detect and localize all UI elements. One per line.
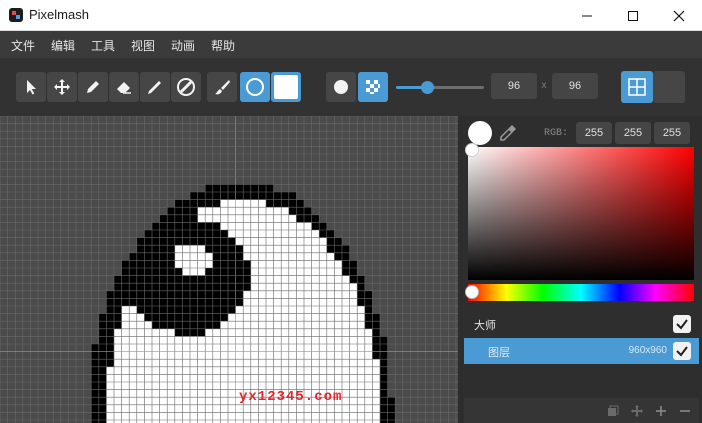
- minimize-button[interactable]: [564, 0, 610, 31]
- pencil-tool-button[interactable]: [78, 72, 108, 102]
- menu-view[interactable]: 视图: [131, 37, 155, 54]
- layer-size: 960x960: [628, 345, 667, 356]
- toolbar: 96 x 96: [0, 58, 702, 116]
- eraser-tool-button[interactable]: [109, 72, 139, 102]
- layer-row[interactable]: 图层 960x960: [464, 338, 699, 364]
- saturation-value-picker[interactable]: [468, 147, 694, 280]
- menu-edit[interactable]: 编辑: [51, 37, 75, 54]
- add-layer-button[interactable]: [651, 401, 671, 421]
- duplicate-icon: [608, 405, 619, 416]
- filled-circle-icon: [334, 80, 348, 94]
- hue-slider-knob[interactable]: [465, 285, 479, 299]
- minimize-icon: [582, 15, 592, 16]
- square-tool-button[interactable]: [271, 72, 301, 102]
- select-arrow-icon: [27, 80, 36, 95]
- menu-tools[interactable]: 工具: [91, 37, 115, 54]
- blue-value-input[interactable]: 255: [654, 122, 690, 144]
- layer-group-visibility-checkbox[interactable]: [673, 315, 691, 333]
- checkmark-icon: [676, 319, 688, 330]
- delete-layer-button[interactable]: [675, 401, 695, 421]
- plus-icon: [656, 406, 666, 416]
- select-tool-button[interactable]: [16, 72, 46, 102]
- red-value-input[interactable]: 255: [576, 122, 612, 144]
- round-brush-button[interactable]: [326, 72, 356, 102]
- title-bar: Pixelmash: [0, 0, 702, 31]
- size-separator: x: [541, 80, 547, 91]
- minus-icon: [680, 410, 690, 412]
- pencil-icon: [87, 81, 99, 93]
- move-icon: [631, 405, 643, 417]
- checker-pattern-icon: [366, 80, 380, 94]
- layer-group-label: 大师: [474, 319, 496, 332]
- current-color-swatch[interactable]: [468, 121, 492, 145]
- brush-tool-button[interactable]: [207, 72, 237, 102]
- brush-size-slider-knob[interactable]: [420, 81, 434, 94]
- line-icon: [148, 81, 161, 94]
- grid-toggle-button[interactable]: [621, 71, 653, 103]
- drawing-canvas[interactable]: [0, 116, 458, 423]
- menu-file[interactable]: 文件: [11, 37, 35, 54]
- green-value-input[interactable]: 255: [615, 122, 651, 144]
- maximize-icon: [628, 10, 638, 21]
- fill-tool-button[interactable]: [171, 72, 201, 102]
- pixel-art-canvas[interactable]: [0, 116, 458, 423]
- maximize-button[interactable]: [610, 0, 656, 31]
- rgb-label: RGB:: [544, 128, 569, 139]
- dither-brush-button[interactable]: [358, 72, 388, 102]
- move-layer-button[interactable]: [627, 401, 647, 421]
- saturation-picker-knob[interactable]: [465, 143, 479, 157]
- panel-toggle-button[interactable]: [653, 71, 685, 103]
- checkmark-icon: [676, 346, 688, 357]
- eraser-icon: [117, 82, 131, 94]
- duplicate-layer-button[interactable]: [603, 401, 623, 421]
- circle-icon: [246, 78, 264, 96]
- eyedropper-button[interactable]: [498, 123, 518, 147]
- move-icon: [54, 79, 70, 95]
- layer-group-row[interactable]: 大师: [464, 311, 699, 337]
- circle-tool-button[interactable]: [240, 72, 270, 102]
- grid-icon: [628, 78, 646, 96]
- menu-animation[interactable]: 动画: [171, 37, 195, 54]
- close-button[interactable]: [656, 0, 702, 31]
- menu-help[interactable]: 帮助: [211, 37, 235, 54]
- brush-icon: [215, 80, 230, 95]
- line-tool-button[interactable]: [140, 72, 170, 102]
- close-icon: [673, 10, 685, 21]
- layer-name: 图层: [488, 346, 510, 359]
- watermark-text: yx12345.com: [239, 389, 343, 405]
- canvas-width-input[interactable]: 96: [491, 73, 537, 99]
- eyedropper-icon: [500, 125, 516, 141]
- hue-slider[interactable]: [468, 284, 694, 301]
- move-tool-button[interactable]: [47, 72, 77, 102]
- layer-visibility-checkbox[interactable]: [673, 342, 691, 360]
- window-title: Pixelmash: [29, 7, 89, 22]
- square-icon: [274, 75, 298, 99]
- app-logo-icon: [9, 8, 23, 22]
- canvas-height-input[interactable]: 96: [552, 73, 598, 99]
- menu-bar: 文件 编辑 工具 视图 动画 帮助: [0, 31, 702, 58]
- layer-actions-bar: [464, 398, 699, 423]
- fill-icon: [177, 78, 195, 96]
